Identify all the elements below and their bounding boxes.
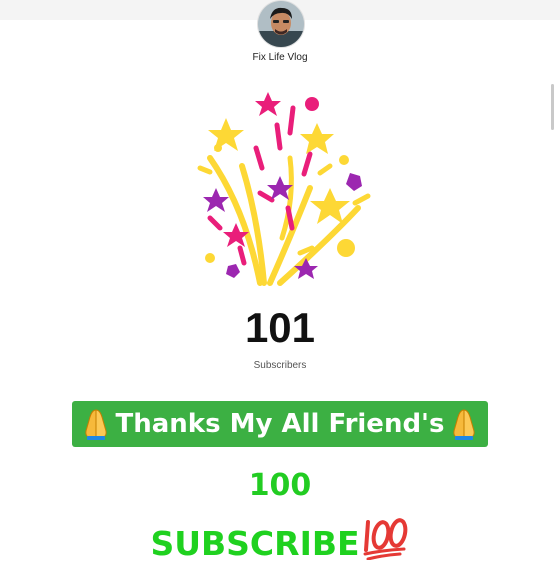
milestone-text: 100 — [248, 468, 312, 503]
confetti-illustration — [197, 92, 371, 286]
folded-hands-icon — [85, 409, 108, 440]
banner-text: Thanks My All Friend's — [115, 409, 445, 439]
hundred-points-icon — [363, 518, 407, 560]
thanks-banner: Thanks My All Friend's — [72, 401, 488, 447]
subscriber-label: Subscribers — [253, 360, 307, 371]
channel-name[interactable]: Fix Life Vlog — [0, 52, 560, 63]
subscribe-text: SUBSCRIBE — [150, 524, 360, 563]
folded-hands-icon — [452, 409, 475, 440]
subscriber-count: 101 — [244, 304, 316, 351]
channel-avatar[interactable] — [257, 0, 305, 48]
avatar-photo — [258, 1, 304, 47]
subscribe-row: SUBSCRIBE — [0, 516, 560, 560]
scrollbar[interactable] — [551, 84, 554, 130]
